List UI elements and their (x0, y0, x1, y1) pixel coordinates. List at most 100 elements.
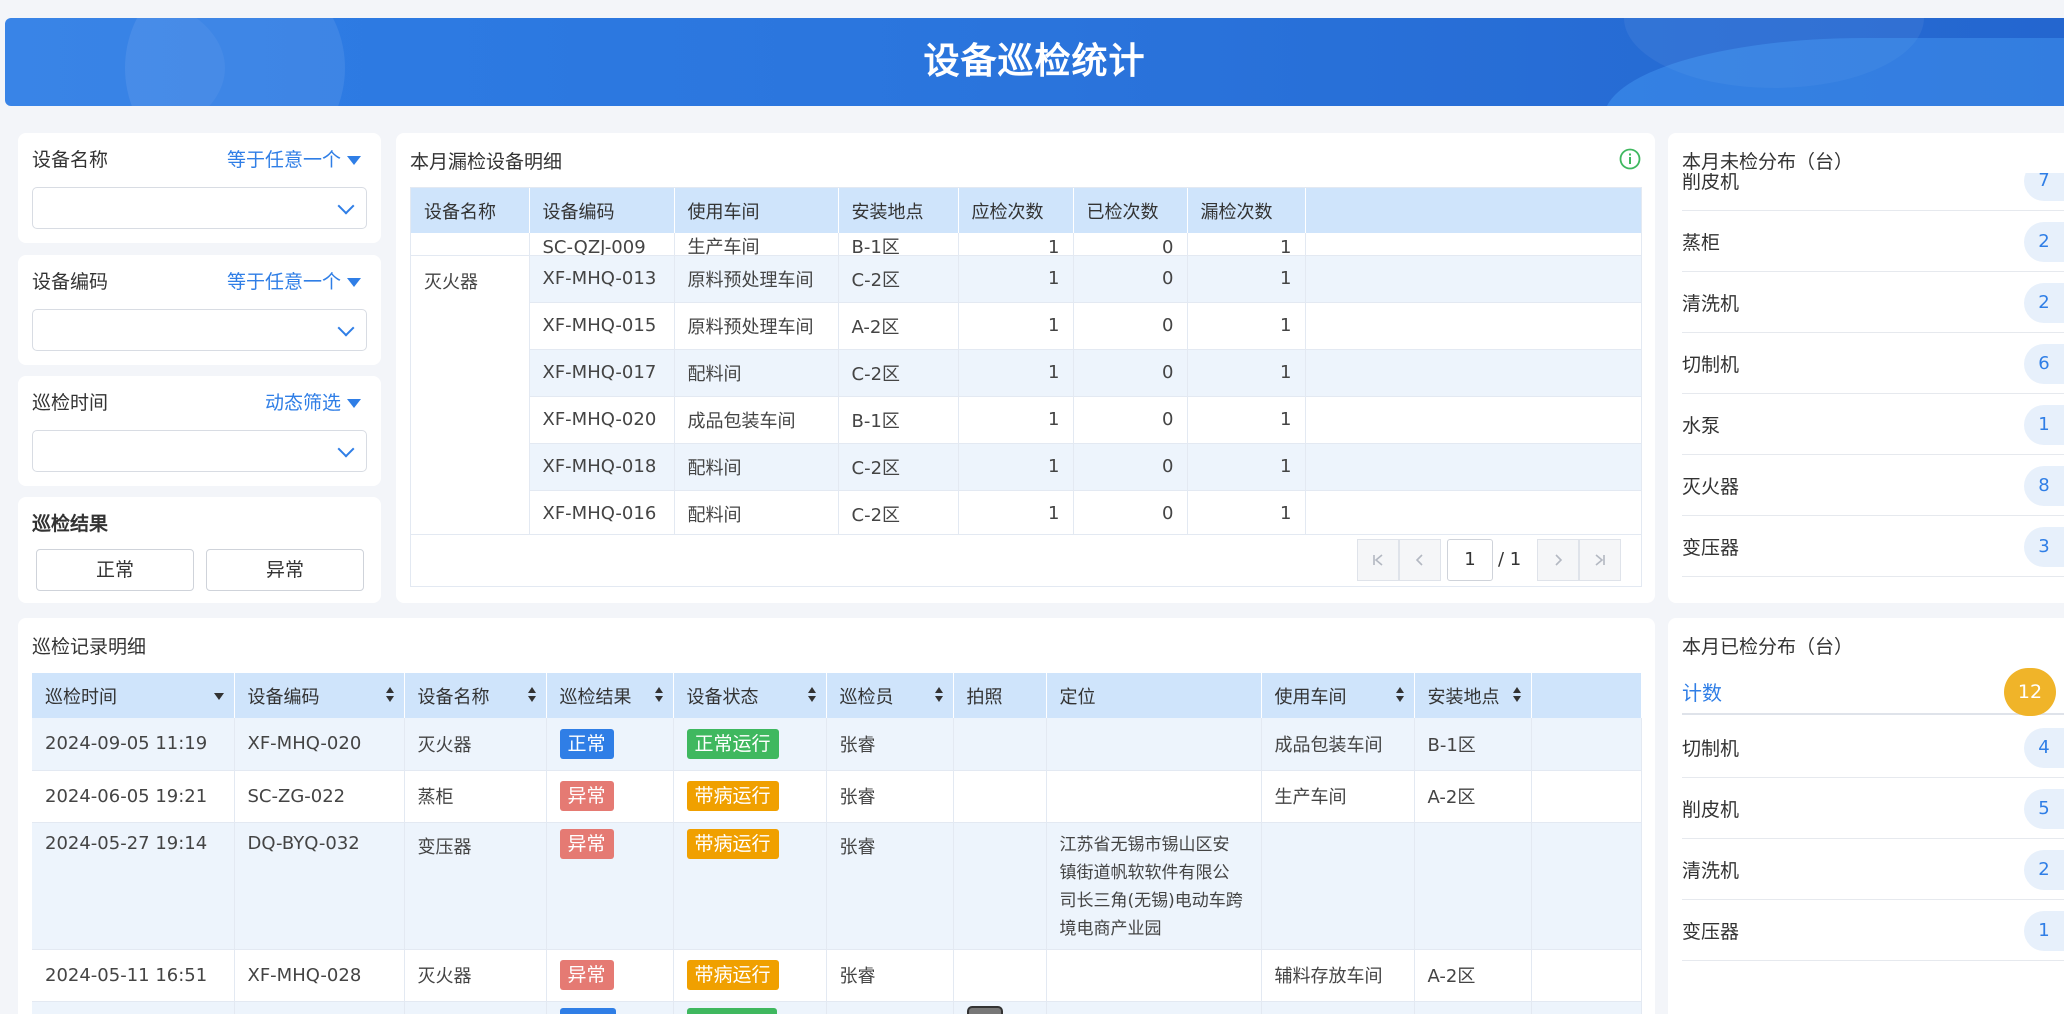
sort-icon (934, 687, 943, 703)
total-row[interactable]: 计数 12 (1682, 661, 2064, 716)
col-header: 设备编码 (529, 188, 675, 233)
cell: XF-MHQ-028 (234, 949, 405, 1002)
cell (1305, 490, 1641, 534)
filter-equipment-name: 设备名称 等于任意一个 (18, 133, 381, 243)
records-table-scroll[interactable]: 巡检时间 设备编码 设备名称 巡检结果 设备状态 巡检员 拍照 定位 使用车间 … (32, 673, 1642, 1014)
cell: C-2区 (838, 490, 959, 534)
list-item[interactable]: 切制机 6 (1682, 334, 2064, 394)
table-row[interactable]: XF-MHQ-017 配料间 C-2区 1 0 1 (411, 349, 1641, 397)
info-icon[interactable] (1619, 148, 1641, 170)
table-row-partial[interactable] (32, 1001, 1642, 1014)
table-row[interactable]: SC-QZJ-009 生产车间 B-1区 1 0 1 (411, 233, 1641, 256)
filter-operator-dropdown[interactable]: 等于任意一个 (227, 267, 361, 294)
list-item[interactable]: 切制机 4 (1682, 718, 2064, 778)
list-item[interactable]: 蒸柜 2 (1682, 212, 2064, 272)
cell: 1 (958, 443, 1074, 491)
cell (1414, 1001, 1532, 1014)
list-item[interactable]: 水泵 1 (1682, 395, 2064, 455)
unchecked-list[interactable]: 削皮机 7 蒸柜 2 清洗机 2 切制机 6 水泵 1 灭火器 8 变压器 3 (1668, 173, 2064, 603)
cell: 带病运行 (673, 949, 827, 1002)
result-badge: 异常 (559, 960, 614, 990)
current-page-input[interactable]: 1 (1447, 539, 1493, 581)
cell (1305, 255, 1641, 303)
status-badge (686, 1007, 777, 1014)
cell (404, 1001, 547, 1014)
col-header-label: 巡检结果 (559, 686, 632, 708)
col-header-name[interactable]: 设备名称 (404, 673, 547, 718)
col-header-inspection-time[interactable]: 巡检时间 (32, 673, 235, 718)
location-cell: 江苏省无锡市锡山区安 镇街道帆软软件有限公 司长三角(无锡)电动车跨 境电商产业… (1046, 822, 1262, 950)
page-header: 设备巡检统计 (5, 18, 2064, 106)
list-item[interactable]: 削皮机 7 (1682, 173, 2064, 211)
chevron-left-icon (1415, 554, 1423, 566)
checked-distribution-panel: 本月已检分布（台） 计数 12 切制机 4 削皮机 5 清洗机 2 变压器 1 (1668, 618, 2064, 1014)
col-header-label: 安装地点 (1427, 686, 1500, 708)
table-row[interactable]: 2024-09-05 11:19 XF-MHQ-020 灭火器 正常 正常运行 … (32, 718, 1642, 771)
equipment-name-select[interactable] (32, 187, 367, 229)
next-page-button[interactable] (1537, 539, 1579, 581)
col-header-result[interactable]: 巡检结果 (546, 673, 674, 718)
cell: 0 (1073, 349, 1188, 397)
table-row[interactable]: 2024-05-11 16:51 XF-MHQ-028 灭火器 异常 带病运行 … (32, 949, 1642, 1002)
list-item[interactable]: 灭火器 8 (1682, 456, 2064, 516)
count-badge: 7 (2024, 173, 2064, 201)
item-label: 清洗机 (1682, 860, 1740, 882)
filter-inspection-time: 巡检时间 动态筛选 (18, 376, 381, 486)
table-row[interactable]: XF-MHQ-016 配料间 C-2区 1 0 1 (411, 490, 1641, 534)
cell: 生产车间 (674, 233, 839, 256)
last-page-button[interactable] (1579, 539, 1621, 581)
sort-icon (1395, 687, 1404, 703)
list-item[interactable]: 清洗机 2 (1682, 273, 2064, 333)
cell: 1 (958, 396, 1074, 444)
table-row[interactable]: XF-MHQ-020 成品包装车间 B-1区 1 0 1 (411, 396, 1641, 444)
table-row[interactable]: 灭火器 XF-MHQ-013 原料预处理车间 C-2区 1 0 1 (411, 255, 1641, 534)
chevron-down-icon (337, 440, 355, 458)
first-page-icon (1373, 554, 1383, 566)
photo-thumbnail[interactable] (966, 1005, 1003, 1014)
result-badge: 异常 (559, 828, 614, 859)
filter-label: 设备编码 (32, 271, 109, 293)
cell (1046, 949, 1262, 1002)
result-abnormal-button[interactable]: 异常 (206, 549, 364, 591)
cell: 张睿 (826, 718, 954, 771)
list-item[interactable]: 清洗机 2 (1682, 840, 2064, 900)
item-label: 灭火器 (1682, 476, 1740, 498)
list-item[interactable]: 变压器 1 (1682, 901, 2064, 961)
col-header-photo: 拍照 (953, 673, 1047, 718)
cell (1046, 718, 1262, 771)
table-row[interactable]: XF-MHQ-018 配料间 C-2区 1 0 1 (411, 443, 1641, 491)
list-item[interactable]: 变压器 3 (1682, 517, 2064, 577)
item-label: 蒸柜 (1682, 232, 1721, 254)
col-header-place[interactable]: 安装地点 (1414, 673, 1532, 718)
cell: XF-MHQ-020 (234, 718, 405, 771)
total-pages: / 1 (1498, 549, 1522, 570)
sort-icon (807, 687, 816, 703)
missed-table-scroll[interactable]: 设备名称 设备编码 使用车间 安装地点 应检次数 已检次数 漏检次数 SC-QZ… (411, 188, 1641, 534)
col-header-code[interactable]: 设备编码 (234, 673, 405, 718)
col-header-workshop[interactable]: 使用车间 (1261, 673, 1415, 718)
col-header-inspector[interactable]: 巡检员 (826, 673, 954, 718)
col-header (1305, 188, 1641, 233)
list-item[interactable]: 削皮机 5 (1682, 779, 2064, 839)
prev-page-button[interactable] (1399, 539, 1441, 581)
table-row[interactable]: XF-MHQ-015 原料预处理车间 A-2区 1 0 1 (411, 302, 1641, 350)
inspection-time-select[interactable] (32, 430, 367, 472)
filter-operator-dropdown[interactable]: 等于任意一个 (227, 145, 361, 172)
result-normal-button[interactable]: 正常 (36, 549, 194, 591)
first-page-button[interactable] (1357, 539, 1399, 581)
col-header-status[interactable]: 设备状态 (673, 673, 827, 718)
cell (673, 1001, 827, 1014)
table-row[interactable]: 2024-06-05 19:21 SC-ZG-022 蒸柜 异常 带病运行 张睿… (32, 770, 1642, 823)
cell: 0 (1073, 233, 1188, 256)
records-table: 巡检时间 设备编码 设备名称 巡检结果 设备状态 巡检员 拍照 定位 使用车间 … (32, 673, 1642, 1014)
cell (1531, 949, 1642, 1002)
cell (1531, 770, 1642, 823)
checked-list[interactable]: 切制机 4 削皮机 5 清洗机 2 变压器 1 (1668, 718, 2064, 1014)
filter-operator-dropdown[interactable]: 动态筛选 (265, 388, 361, 415)
cell: DQ-BYQ-032 (234, 822, 405, 950)
col-header: 使用车间 (674, 188, 839, 233)
cell: 灭火器 (404, 949, 547, 1002)
location-line: 司长三角(无锡)电动车跨 (1059, 890, 1243, 911)
table-row[interactable]: 2024-05-27 19:14 DQ-BYQ-032 变压器 异常 带病运行 … (32, 822, 1642, 950)
equipment-code-select[interactable] (32, 309, 367, 351)
